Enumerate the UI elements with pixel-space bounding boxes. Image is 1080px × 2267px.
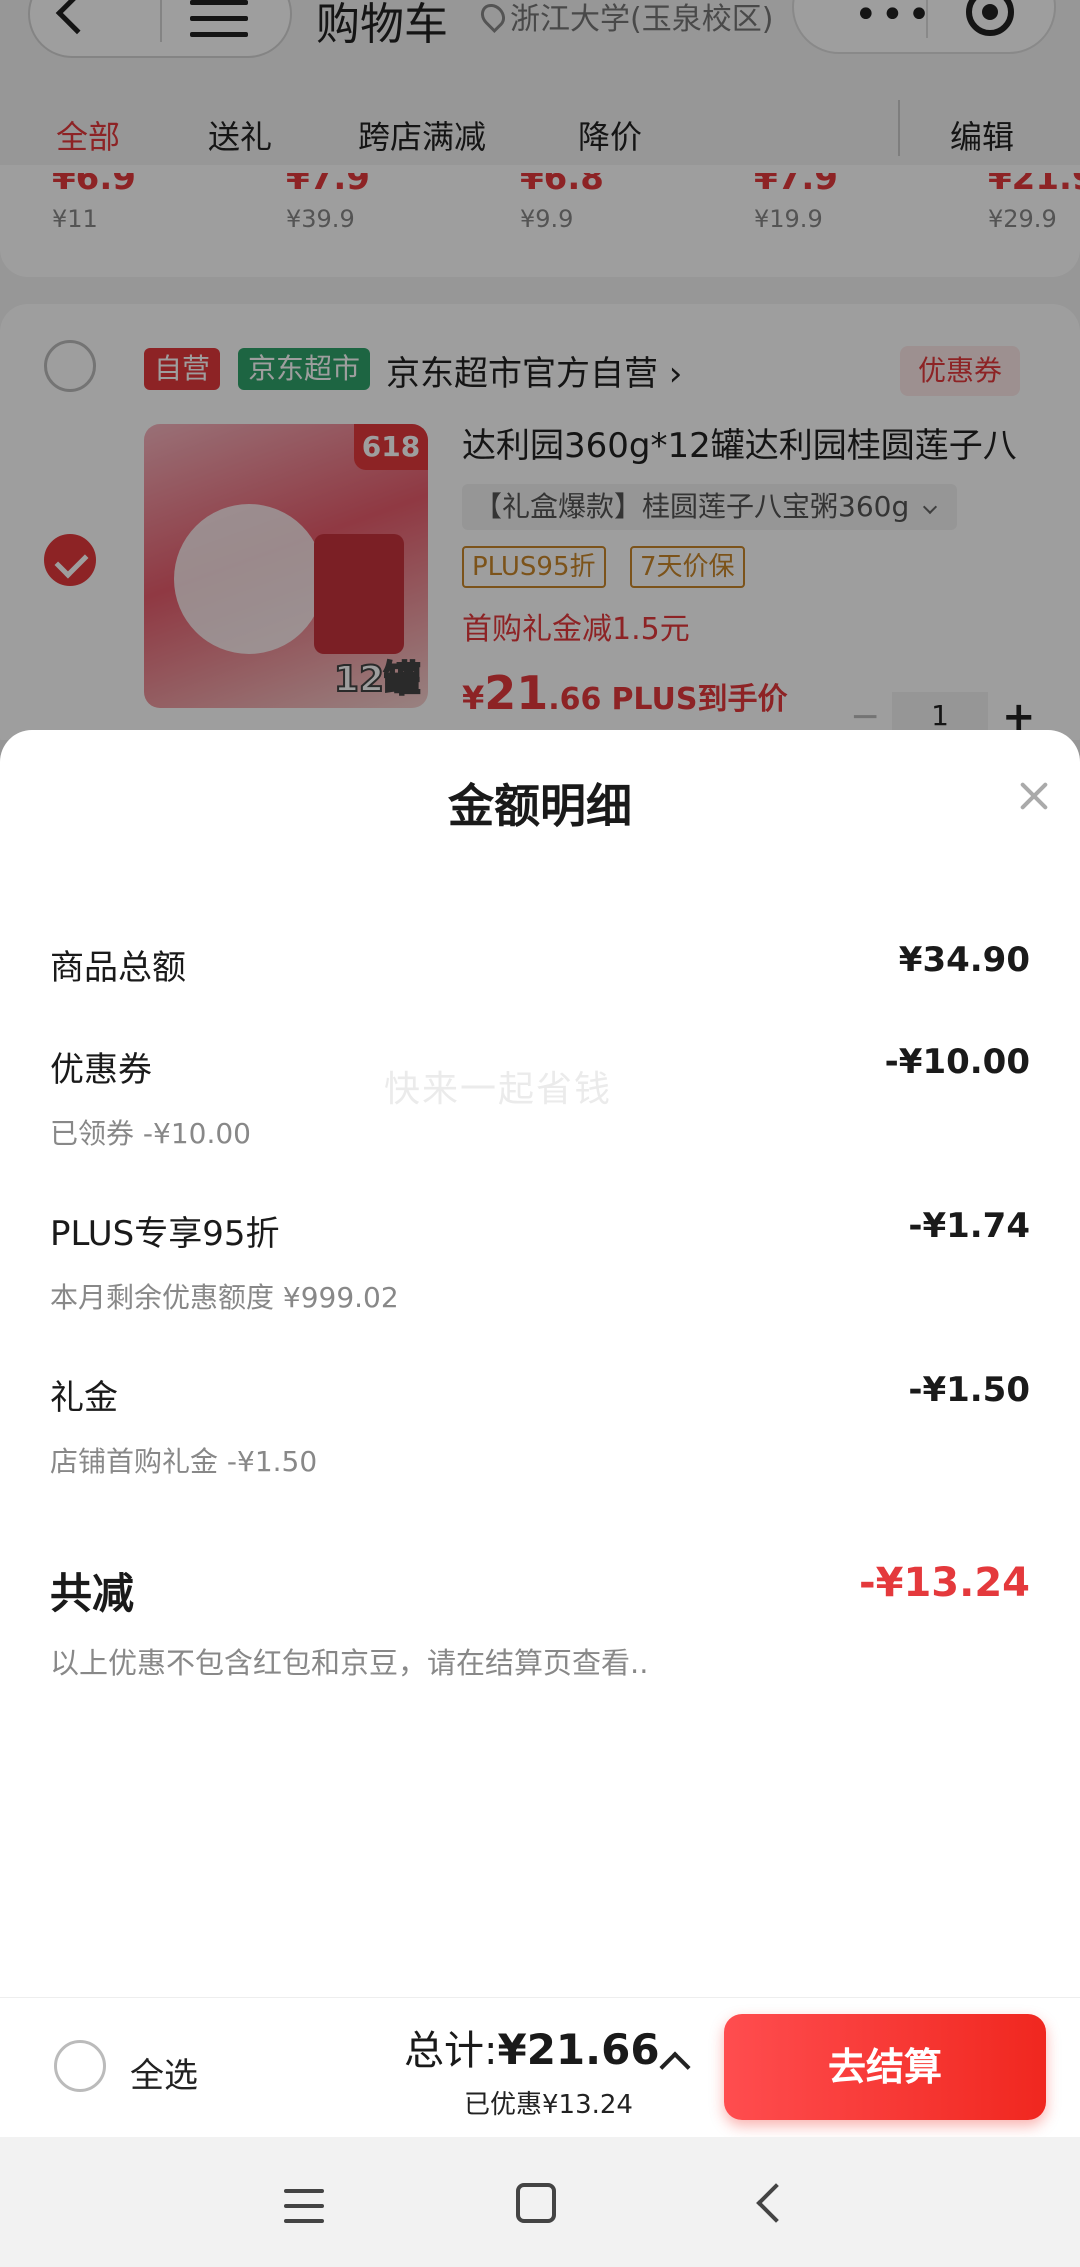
checkout-bar: 全选 总计:¥21.66 已优惠¥13.24 去结算 xyxy=(0,1997,1080,2137)
row-sub-gift-money: 店铺首购礼金 -¥1.50 xyxy=(50,1445,318,1478)
row-amount-gift-money: -¥1.50 xyxy=(908,1370,1030,1410)
row-sub-coupon: 已领券 -¥10.00 xyxy=(50,1117,251,1150)
select-all-label[interactable]: 全选 xyxy=(130,2048,198,2097)
total-discount-label: 共减 xyxy=(50,1569,135,1618)
system-nav-bar xyxy=(0,2137,1080,2267)
row-amount-goods-total: ¥34.90 xyxy=(898,940,1030,980)
chevron-up-icon[interactable] xyxy=(659,2051,691,2083)
saved-amount: 已优惠¥13.24 xyxy=(464,2090,633,2120)
checkout-button[interactable]: 去结算 xyxy=(724,2014,1046,2120)
discount-note: 以上优惠不包含红包和京豆，请在结算页查看.. xyxy=(50,1646,649,1680)
total-discount-amount: -¥13.24 xyxy=(859,1560,1030,1606)
system-back-icon[interactable] xyxy=(756,2183,796,2223)
home-icon[interactable] xyxy=(516,2183,556,2223)
sheet-title: 金额明细 xyxy=(448,779,632,833)
total-price: 总计:¥21.66 xyxy=(404,2025,660,2074)
close-icon[interactable] xyxy=(1016,778,1052,814)
row-amount-plus: -¥1.74 xyxy=(908,1206,1030,1246)
row-label-coupon: 优惠券 xyxy=(50,1050,152,1090)
row-amount-coupon: -¥10.00 xyxy=(884,1042,1030,1082)
row-label-plus: PLUS专享95折 xyxy=(50,1214,280,1254)
watermark: 快来一起省钱 xyxy=(384,1069,613,1110)
row-label-goods-total: 商品总额 xyxy=(50,948,186,988)
row-sub-plus: 本月剩余优惠额度 ¥999.02 xyxy=(50,1281,399,1314)
recent-apps-icon[interactable] xyxy=(284,2189,324,2223)
row-label-gift-money: 礼金 xyxy=(50,1378,118,1418)
select-all-radio[interactable] xyxy=(54,2040,106,2092)
